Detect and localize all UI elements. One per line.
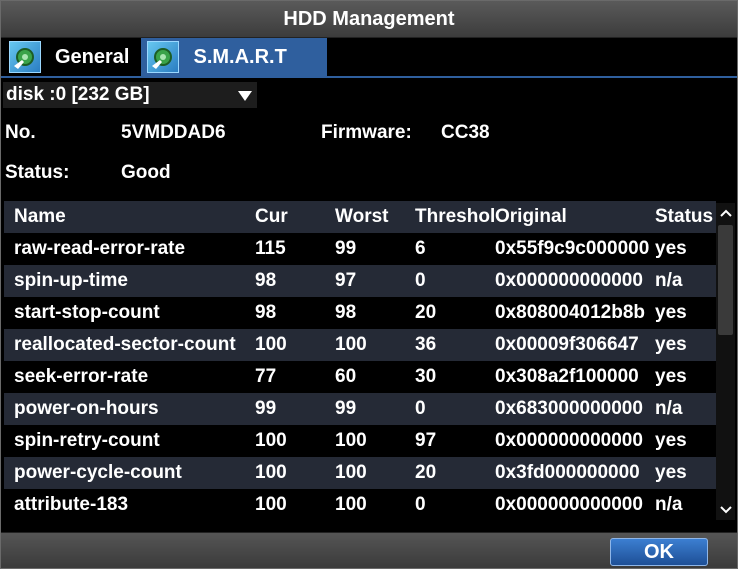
- table-header: Name Cur Worst Threshold Original Status: [4, 201, 716, 233]
- cell-original: 0x000000000000: [495, 270, 643, 291]
- cell-threshold: 0: [415, 494, 426, 515]
- tab-bar: General S.M.A.R.T: [3, 38, 327, 76]
- cell-worst: 60: [335, 366, 357, 387]
- cell-threshold: 36: [415, 334, 437, 355]
- cell-threshold: 30: [415, 366, 437, 387]
- disk-select[interactable]: disk :0 [232 GB]: [3, 82, 257, 108]
- scroll-down-button[interactable]: [716, 500, 735, 520]
- tab-general-label: General: [55, 45, 130, 68]
- column-header-status[interactable]: Status: [655, 206, 716, 228]
- cell-original: 0x3fd000000000: [495, 462, 640, 483]
- tab-general[interactable]: General: [3, 38, 141, 76]
- table-row[interactable]: attribute-183 100 100 0 0x000000000000 n/a: [4, 489, 716, 521]
- cell-worst: 100: [335, 462, 367, 483]
- cell-worst: 100: [335, 430, 367, 451]
- scroll-up-button[interactable]: [716, 203, 735, 223]
- serial-label: No.: [5, 122, 36, 143]
- cell-original: 0x808004012b8b: [495, 302, 646, 323]
- firmware-label: Firmware:: [321, 122, 412, 143]
- cell-status: yes: [655, 302, 687, 323]
- cell-threshold: 0: [415, 270, 426, 291]
- cell-worst: 99: [335, 398, 357, 419]
- scroll-thumb[interactable]: [718, 225, 733, 335]
- table-row[interactable]: seek-error-rate 77 60 30 0x308a2f100000 yes: [4, 361, 716, 393]
- cell-original: 0x55f9c9c000000: [495, 238, 650, 259]
- column-header-name[interactable]: Name: [14, 206, 254, 228]
- tab-divider: [1, 76, 737, 78]
- table-row[interactable]: spin-up-time 98 97 0 0x000000000000 n/a: [4, 265, 716, 297]
- cell-status: yes: [655, 366, 687, 387]
- cell-cur: 100: [255, 334, 287, 355]
- column-header-threshold[interactable]: Threshold: [415, 206, 495, 228]
- column-header-original[interactable]: Original: [495, 206, 655, 228]
- cell-threshold: 20: [415, 302, 437, 323]
- cell-worst: 100: [335, 334, 367, 355]
- cell-worst: 98: [335, 302, 357, 323]
- tab-smart[interactable]: S.M.A.R.T: [141, 38, 327, 76]
- cell-name: attribute-183: [14, 494, 129, 515]
- smart-table: Name Cur Worst Threshold Original Status…: [4, 201, 716, 523]
- cell-threshold: 0: [415, 398, 426, 419]
- cell-name: raw-read-error-rate: [14, 238, 186, 259]
- cell-cur: 99: [255, 398, 277, 419]
- cell-original: 0x000000000000: [495, 494, 643, 515]
- table-row[interactable]: start-stop-count 98 98 20 0x808004012b8b yes: [4, 297, 716, 329]
- cell-original: 0x00009f306647: [495, 334, 639, 355]
- cell-name: seek-error-rate: [14, 366, 149, 387]
- table-row[interactable]: spin-retry-count 100 100 97 0x000000000000 ye…: [4, 425, 716, 457]
- cell-original: 0x000000000000: [495, 430, 643, 451]
- table-scrollbar[interactable]: [716, 203, 735, 520]
- cell-name: power-cycle-count: [14, 462, 182, 483]
- chevron-down-icon: [719, 506, 732, 514]
- status-label: Status:: [5, 162, 70, 183]
- hdd-management-window: HDD Management General S.M.A.R.T disk:0…: [0, 0, 738, 569]
- cell-cur: 98: [255, 270, 277, 291]
- cell-original: 0x308a2f100000: [495, 366, 639, 387]
- cell-status: yes: [655, 462, 687, 483]
- column-header-cur[interactable]: Cur: [255, 206, 331, 228]
- window-title: HDD Management: [1, 1, 737, 38]
- cell-worst: 99: [335, 238, 357, 259]
- hdd-settings-icon: [147, 41, 180, 73]
- column-header-worst[interactable]: Worst: [335, 206, 411, 228]
- table-row[interactable]: power-cycle-count 100 100 20 0x3fd000000000 y…: [4, 457, 716, 489]
- tab-smart-label: S.M.A.R.T: [193, 45, 287, 68]
- serial-value: 5VMDDAD6: [121, 122, 226, 143]
- cell-threshold: 6: [415, 238, 426, 259]
- ok-button[interactable]: OK: [610, 538, 708, 566]
- cell-status: n/a: [655, 270, 683, 291]
- cell-name: start-stop-count: [14, 302, 160, 323]
- hdd-settings-icon: [9, 41, 41, 73]
- cell-name: spin-up-time: [14, 270, 128, 291]
- cell-name: power-on-hours: [14, 398, 159, 419]
- cell-worst: 97: [335, 270, 357, 291]
- cell-original: 0x683000000000: [495, 398, 643, 419]
- cell-cur: 100: [255, 430, 287, 451]
- firmware-value: CC38: [441, 122, 490, 143]
- cell-status: n/a: [655, 494, 683, 515]
- cell-status: yes: [655, 430, 687, 451]
- cell-status: n/a: [655, 398, 683, 419]
- cell-threshold: 20: [415, 462, 437, 483]
- table-row[interactable]: reallocated-sector-count 100 100 36 0x00009f…: [4, 329, 716, 361]
- table-row[interactable]: power-on-hours 99 99 0 0x683000000000 n/a: [4, 393, 716, 425]
- cell-cur: 100: [255, 494, 287, 515]
- cell-threshold: 97: [415, 430, 437, 451]
- disk-select-value: disk :0 [232 GB]: [6, 84, 150, 105]
- status-value: Good: [121, 162, 171, 183]
- cell-status: yes: [655, 238, 687, 259]
- cell-cur: 77: [255, 366, 277, 387]
- cell-name: spin-retry-count: [14, 430, 160, 451]
- cell-worst: 100: [335, 494, 367, 515]
- chevron-down-icon: [238, 91, 252, 101]
- cell-cur: 98: [255, 302, 277, 323]
- chevron-up-icon: [719, 209, 732, 217]
- cell-status: yes: [655, 334, 687, 355]
- cell-name: reallocated-sector-count: [14, 334, 236, 355]
- table-row[interactable]: raw-read-error-rate 115 99 6 0x55f9c9c000000…: [4, 233, 716, 265]
- cell-cur: 100: [255, 462, 287, 483]
- cell-cur: 115: [255, 238, 286, 259]
